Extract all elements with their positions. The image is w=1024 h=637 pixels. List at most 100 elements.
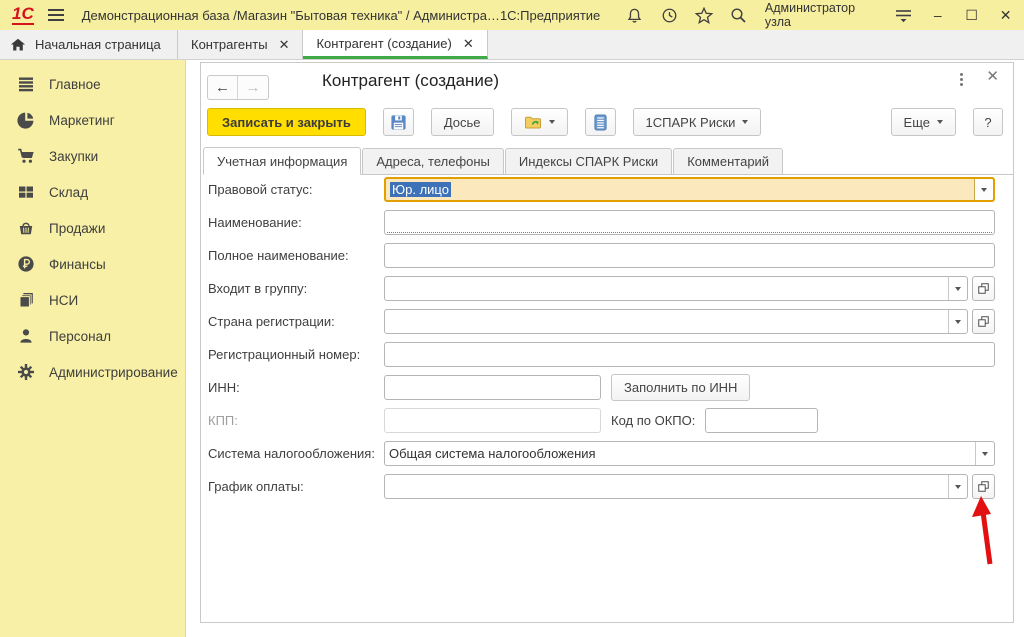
tab-label: Контрагент (создание): [316, 36, 451, 51]
kebab-menu-icon[interactable]: [958, 71, 965, 88]
open-folder-icon: [524, 115, 542, 130]
reg-number-label: Регистрационный номер:: [208, 347, 384, 362]
group-field[interactable]: [384, 276, 968, 301]
form-fields: Правовой статус: Юр. лицо Наименование: …: [208, 177, 995, 507]
form-title: Контрагент (создание): [322, 71, 499, 91]
tax-system-label: Система налогообложения:: [208, 446, 384, 461]
sidebar-item-prodazhi[interactable]: Продажи: [0, 210, 185, 246]
main-menu-icon[interactable]: [48, 9, 64, 21]
tab-kontragent-sozdanie[interactable]: Контрагент (создание) ✕: [303, 30, 487, 59]
chevron-down-icon: [742, 120, 748, 124]
group-choose-button[interactable]: [972, 276, 995, 301]
tab-kontragenty[interactable]: Контрагенты ✕: [178, 30, 303, 59]
sidebar-item-marketing[interactable]: Маркетинг: [0, 102, 185, 138]
close-form-icon[interactable]: ✕: [986, 67, 999, 85]
inn-field[interactable]: [384, 375, 601, 400]
help-button[interactable]: ?: [973, 108, 1003, 136]
tax-system-field[interactable]: Общая система налогообложения: [384, 441, 995, 466]
sidebar-item-label: НСИ: [49, 293, 78, 308]
country-value: [385, 310, 948, 333]
legal-status-value: Юр. лицо: [390, 182, 451, 197]
basket-icon: [17, 219, 35, 237]
sidebar-item-nsi[interactable]: НСИ: [0, 282, 185, 318]
tab-uchetnaya-informaciya[interactable]: Учетная информация: [203, 147, 361, 175]
dropdown-button[interactable]: [948, 310, 967, 333]
kontragent-form-panel: ← → Контрагент (создание) ✕ Записать и з…: [200, 62, 1014, 623]
books-icon: [17, 291, 35, 309]
sidebar-item-label: Закупки: [49, 149, 98, 164]
payment-schedule-label: График оплаты:: [208, 479, 384, 494]
save-and-close-button[interactable]: Записать и закрыть: [207, 108, 366, 136]
sidebar-item-personal[interactable]: Персонал: [0, 318, 185, 354]
attached-files-dropdown-button[interactable]: [511, 108, 568, 136]
choose-from-list-icon: [977, 282, 990, 295]
fill-by-inn-button[interactable]: Заполнить по ИНН: [611, 374, 750, 401]
sidebar-item-glavnoe[interactable]: Главное: [0, 66, 185, 102]
field-row-full-name: Полное наименование:: [208, 243, 995, 268]
country-choose-button[interactable]: [972, 309, 995, 334]
country-field[interactable]: [384, 309, 968, 334]
name-field[interactable]: [384, 210, 995, 235]
title-bar: 1С Демонстрационная база /Магазин "Бытов…: [0, 0, 1024, 30]
history-icon[interactable]: [660, 6, 678, 24]
ruble-icon: [17, 255, 35, 273]
dropdown-button[interactable]: [948, 277, 967, 300]
favorites-star-icon[interactable]: [695, 6, 713, 24]
sidebar-item-administrirovanie[interactable]: Администрирование: [0, 354, 185, 390]
tab-adresa-telefony[interactable]: Адреса, телефоны: [362, 148, 504, 174]
sidebar-item-label: Персонал: [49, 329, 111, 344]
sidebar-item-label: Склад: [49, 185, 88, 200]
dossier-button[interactable]: Досье: [431, 108, 494, 136]
more-actions-button[interactable]: Еще: [891, 108, 956, 136]
menu-icon: [17, 75, 35, 93]
tab-kommentarij[interactable]: Комментарий: [673, 148, 783, 174]
sidebar-item-label: Продажи: [49, 221, 105, 236]
service-menu-icon[interactable]: [894, 6, 912, 24]
spark-risks-dropdown-button[interactable]: 1СПАРК Риски: [633, 108, 762, 136]
sidebar-item-sklad[interactable]: Склад: [0, 174, 185, 210]
home-tab-label: Начальная страница: [35, 37, 161, 52]
field-row-country: Страна регистрации:: [208, 309, 995, 334]
floppy-disk-icon: [390, 114, 407, 131]
sections-sidebar: Главное Маркетинг Закупки Склад Продажи …: [0, 60, 186, 637]
legal-status-field[interactable]: Юр. лицо: [384, 177, 995, 202]
chevron-down-icon: [955, 320, 961, 324]
sidebar-item-label: Главное: [49, 77, 101, 92]
dropdown-button[interactable]: [974, 179, 993, 200]
chevron-down-icon: [549, 120, 555, 124]
reports-button[interactable]: [585, 108, 616, 136]
payment-schedule-field[interactable]: [384, 474, 968, 499]
back-button[interactable]: ←: [208, 76, 238, 99]
maximize-button[interactable]: ☐: [963, 0, 980, 30]
close-icon[interactable]: ✕: [463, 37, 474, 50]
minimize-button[interactable]: –: [929, 0, 946, 30]
notifications-bell-icon[interactable]: [625, 6, 643, 24]
gear-icon: [17, 363, 35, 381]
search-icon[interactable]: [730, 6, 748, 24]
field-row-tax-system: Система налогообложения: Общая система н…: [208, 441, 995, 466]
current-user-name[interactable]: Администратор узла: [765, 1, 878, 29]
reg-number-field[interactable]: [384, 342, 995, 367]
field-row-group: Входит в группу:: [208, 276, 995, 301]
dropdown-button[interactable]: [975, 442, 994, 465]
close-icon[interactable]: ✕: [279, 38, 290, 51]
field-row-kpp-okpo: КПП: Код по ОКПО:: [208, 408, 995, 433]
sidebar-item-zakupki[interactable]: Закупки: [0, 138, 185, 174]
full-name-field[interactable]: [384, 243, 995, 268]
save-button[interactable]: [383, 108, 414, 136]
home-page-tab[interactable]: Начальная страница: [0, 30, 178, 59]
sidebar-item-finansy[interactable]: Финансы: [0, 246, 185, 282]
chevron-down-icon: [981, 188, 987, 192]
okpo-field[interactable]: [705, 408, 818, 433]
kpp-field[interactable]: [384, 408, 601, 433]
tab-indeksy-spark-riski[interactable]: Индексы СПАРК Риски: [505, 148, 672, 174]
close-window-button[interactable]: ✕: [997, 0, 1014, 30]
field-row-legal-status: Правовой статус: Юр. лицо: [208, 177, 995, 202]
full-name-label: Полное наименование:: [208, 248, 384, 263]
forward-button[interactable]: →: [238, 76, 268, 99]
form-toolbar: Записать и закрыть Досье 1СПАРК Риски Ещ…: [201, 105, 1013, 137]
cart-icon: [17, 147, 35, 165]
tax-system-value: Общая система налогообложения: [385, 442, 975, 465]
choose-from-list-icon: [977, 315, 990, 328]
sidebar-item-label: Финансы: [49, 257, 106, 272]
